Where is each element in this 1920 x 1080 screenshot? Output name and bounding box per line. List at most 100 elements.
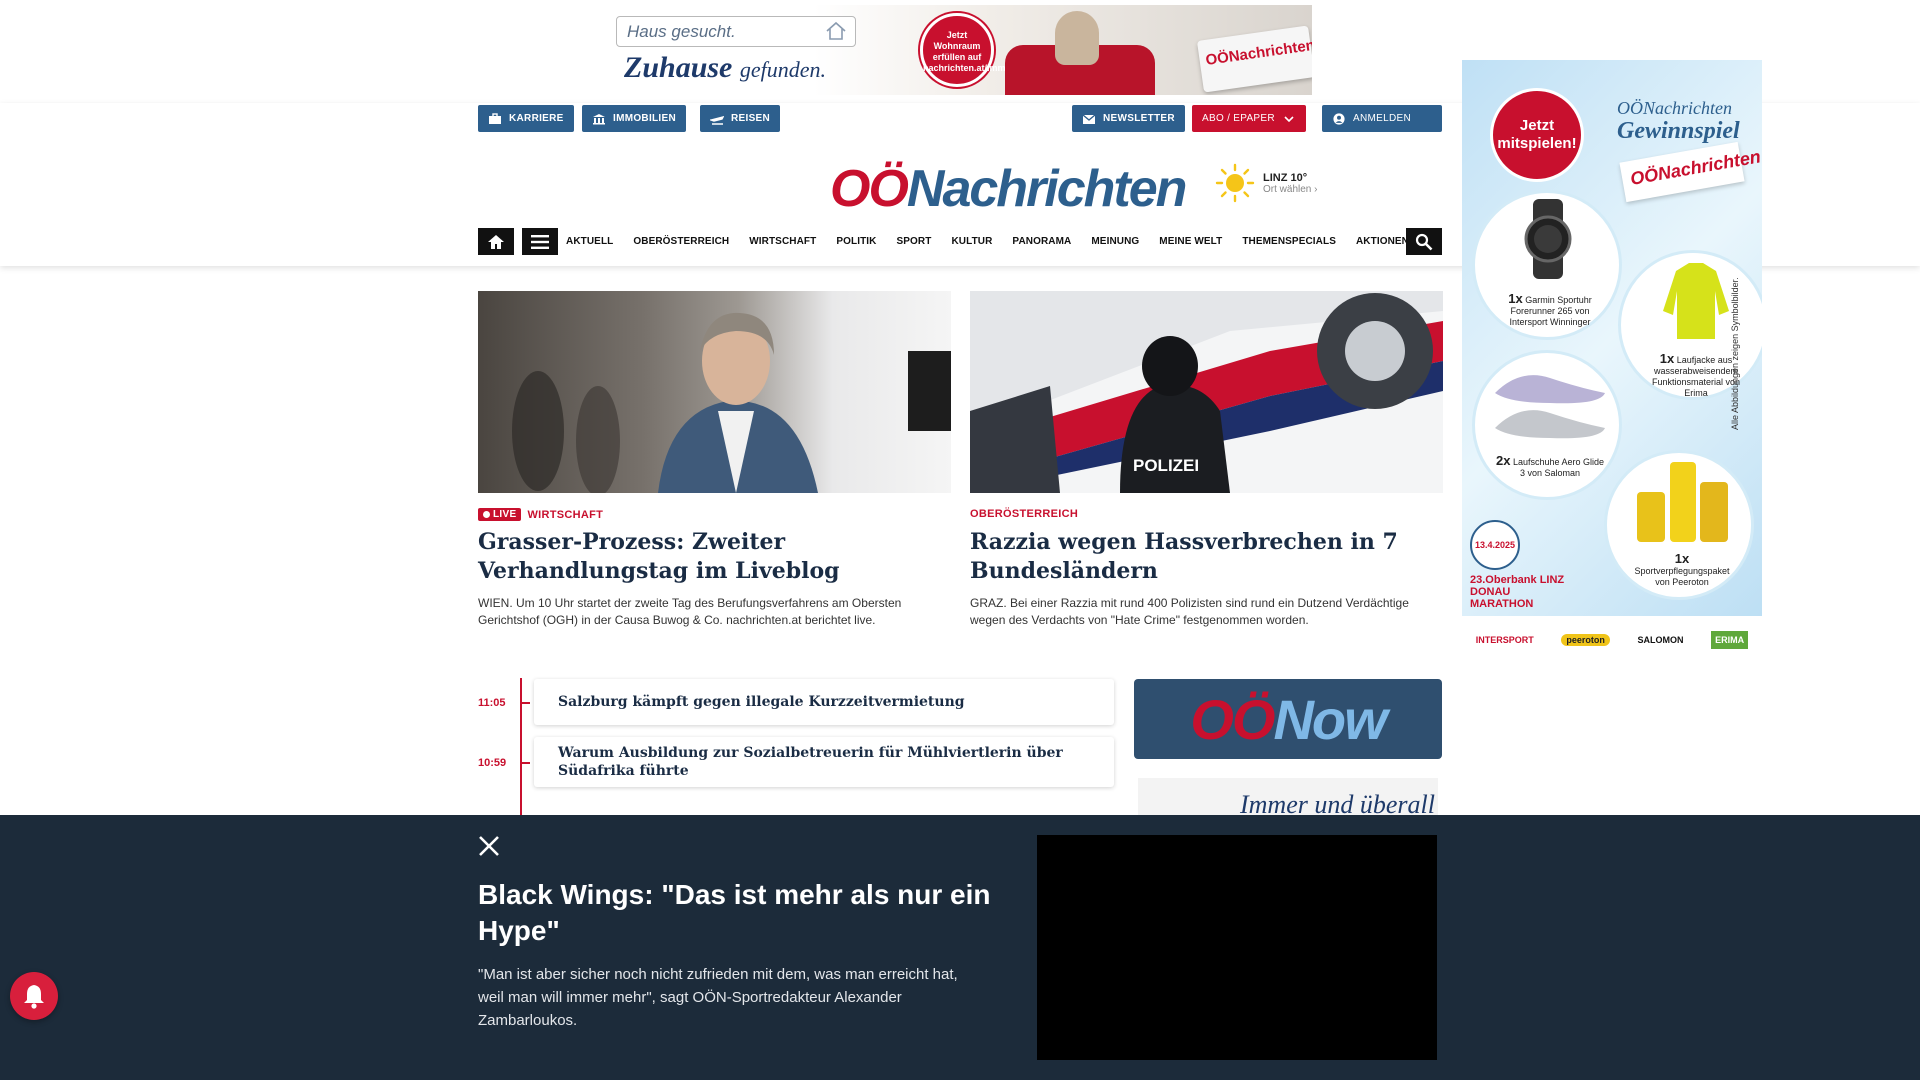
immobilien-button[interactable]: IMMOBILIEN — [582, 105, 686, 132]
prize-peeroton-count: 1x — [1674, 551, 1690, 566]
immer-ueberall-text: Immer und überall — [1240, 790, 1435, 818]
building-icon — [593, 113, 605, 124]
ticker-title-2: Warum Ausbildung zur Sozialbetreuerin fü… — [558, 745, 1063, 779]
nav-item-kultur[interactable]: KULTUR — [951, 236, 992, 247]
chevron-down-icon — [1284, 115, 1294, 122]
ad-search-box: Haus gesucht. — [616, 16, 856, 47]
sponsor-peeroton: peeroton — [1561, 634, 1610, 646]
side-ad-title2: Gewinnspiel — [1617, 118, 1740, 144]
article-2-category: OBERÖSTERREICH — [970, 508, 1079, 520]
video-player[interactable] — [1037, 835, 1437, 1060]
weather-sub-label: Ort wählen — [1263, 183, 1312, 195]
ticker-time-1: 11:05 — [478, 697, 506, 709]
weather-city: LINZ 10° — [1263, 171, 1308, 184]
prize-peeroton: 1x Sportverpflegungspaket von Peeroton — [1604, 450, 1754, 600]
ad-slogan-main: Zuhause — [624, 51, 733, 84]
notification-bell-button[interactable] — [10, 972, 58, 1020]
prize-watch: 1x Garmin Sportuhr Forerunner 265 von In… — [1472, 190, 1622, 340]
ticker-dash-2 — [520, 762, 530, 764]
nav-item-wirtschaft[interactable]: WIRTSCHAFT — [749, 236, 816, 247]
newsletter-button[interactable]: NEWSLETTER — [1072, 105, 1185, 132]
abo-epaper-button[interactable]: ABO / EPAPER — [1192, 105, 1306, 132]
nav-item-themenspecials[interactable]: THEMENSPECIALS — [1242, 236, 1336, 247]
article-2-kicker[interactable]: OBERÖSTERREICH — [970, 508, 1078, 520]
abo-label: ABO / EPAPER — [1202, 113, 1275, 124]
prize-shoes-count: 2x — [1495, 453, 1511, 468]
side-ad-gewinnspiel[interactable]: Jetzt mitspielen! OÖNachrichten Gewinnsp… — [1462, 60, 1762, 616]
immobilien-label: IMMOBILIEN — [613, 113, 676, 124]
article-2-photo: POLIZEI — [970, 291, 1443, 493]
article-1-title[interactable]: Grasser-Prozess: Zweiter Verhandlungstag… — [478, 528, 951, 586]
ad-search-text: Haus gesucht. — [627, 22, 736, 41]
sticky-video-title[interactable]: Black Wings: "Das ist mehr als nur ein H… — [478, 877, 998, 949]
side-ad-title: OÖNachrichten — [1617, 98, 1732, 118]
anmelden-button[interactable]: ANMELDEN — [1322, 105, 1442, 132]
newsletter-label: NEWSLETTER — [1103, 113, 1175, 124]
article-1-teaser[interactable]: WIEN. Um 10 Uhr startet der zweite Tag d… — [478, 595, 951, 629]
oonow-banner[interactable]: OÖ Now — [1134, 679, 1442, 759]
nav-item-meinung[interactable]: MEINUNG — [1091, 236, 1139, 247]
hamburger-menu-icon — [531, 234, 549, 249]
prize-peeroton-caption: 1x Sportverpflegungspaket von Peeroton — [1627, 551, 1737, 588]
search-icon — [1415, 233, 1433, 250]
weather-text: LINZ 10° Ort wählen › — [1263, 172, 1317, 195]
prize-shoes: 2x Laufschuhe Aero Glide 3 von Saloman — [1472, 350, 1622, 500]
marathon-info: 13.4.2025 23.Oberbank LINZ DONAU MARATHO… — [1470, 520, 1570, 610]
ticker-item-2[interactable]: Warum Ausbildung zur Sozialbetreuerin fü… — [534, 737, 1114, 787]
top-ad-banner[interactable]: Haus gesucht. Zuhause gefunden. Jetzt Wo… — [600, 5, 1312, 95]
home-button[interactable] — [478, 228, 514, 255]
sponsor-salomon: SALOMON — [1637, 635, 1684, 645]
article-2-title[interactable]: Razzia wegen Hassverbrechen in 7 Bundesl… — [970, 528, 1443, 586]
oonow-part-oo: OÖ — [1190, 687, 1275, 751]
supplement-icon — [1637, 462, 1728, 542]
logo-part-oo: OÖ — [830, 160, 909, 218]
site-logo[interactable]: OÖNachrichten — [830, 159, 1188, 219]
close-icon[interactable] — [476, 833, 502, 859]
immer-ueberall-ad[interactable]: Immer und überall — [1138, 778, 1438, 818]
ticker-time-2: 10:59 — [478, 757, 507, 769]
karriere-button[interactable]: KARRIERE — [478, 105, 574, 132]
weather-change-location[interactable]: Ort wählen › — [1263, 184, 1317, 195]
nav-item-politik[interactable]: POLITIK — [836, 236, 876, 247]
prize-jacket-count: 1x — [1659, 351, 1675, 366]
nav-item-aktuell[interactable]: AKTUELL — [566, 236, 613, 247]
ticker-title-1: Salzburg kämpft gegen illegale Kurzzeitv… — [558, 694, 965, 710]
menu-button[interactable] — [522, 228, 558, 255]
mail-icon — [1082, 114, 1096, 124]
article-2-image[interactable]: POLIZEI — [970, 291, 1443, 493]
nav-item-panorama[interactable]: PANORAMA — [1012, 236, 1071, 247]
search-button[interactable] — [1406, 228, 1442, 255]
prize-jacket: 1x Laufjacke aus wasserabweisendem Funkt… — [1618, 250, 1762, 400]
nav-item-aktionen[interactable]: AKTIONEN — [1356, 236, 1409, 247]
main-nav: AKTUELL OBERÖSTERREICH WIRTSCHAFT POLITI… — [478, 228, 1442, 255]
weather-widget[interactable]: LINZ 10° Ort wählen › — [1215, 163, 1317, 203]
logo-part-nachrichten: Nachrichten — [906, 160, 1188, 218]
shoe-icon — [1495, 375, 1605, 439]
sticky-video-panel: Black Wings: "Das ist mehr als nur ein H… — [0, 815, 1920, 1080]
article-2-teaser[interactable]: GRAZ. Bei einer Razzia mit rund 400 Poli… — [970, 595, 1443, 629]
article-1-photo — [512, 312, 951, 493]
prize-watch-count: 1x — [1508, 291, 1523, 306]
reisen-button[interactable]: REISEN — [700, 105, 781, 132]
article-1-image[interactable] — [478, 291, 951, 493]
article-1-kicker[interactable]: LIVE WIRTSCHAFT — [478, 508, 603, 521]
live-label: LIVE — [493, 509, 517, 520]
polizei-vest-text: POLIZEI — [1133, 456, 1199, 475]
ad-person-image — [1055, 11, 1099, 65]
nav-item-sport[interactable]: SPORT — [897, 236, 932, 247]
sun-icon — [1215, 163, 1255, 203]
chevron-right-icon: › — [1314, 183, 1318, 195]
ticker-item-1[interactable]: Salzburg kämpft gegen illegale Kurzzeitv… — [534, 679, 1114, 725]
oonow-part-now: Now — [1273, 687, 1387, 751]
nav-item-meine-welt[interactable]: MEINE WELT — [1159, 236, 1222, 247]
ad-badge: Jetzt Wohnraum erfüllen auf nachrichten.… — [920, 13, 1035, 87]
ad-slogan: Zuhause gefunden. — [624, 51, 826, 85]
ad-newspaper-image: OÖNachrichten — [1196, 25, 1312, 93]
ad-slogan-sub: gefunden. — [739, 57, 827, 82]
sticky-video-teaser: "Man ist aber sicher noch nicht zufriede… — [478, 966, 958, 1029]
marathon-name: 23.Oberbank LINZ DONAU MARATHON — [1470, 574, 1565, 610]
prize-shoes-text: Laufschuhe Aero Glide 3 von Saloman — [1512, 457, 1605, 478]
nav-item-oberoesterreich[interactable]: OBERÖSTERREICH — [633, 236, 729, 247]
watch-icon — [1524, 199, 1572, 279]
page: Haus gesucht. Zuhause gefunden. Jetzt Wo… — [0, 0, 1920, 1080]
